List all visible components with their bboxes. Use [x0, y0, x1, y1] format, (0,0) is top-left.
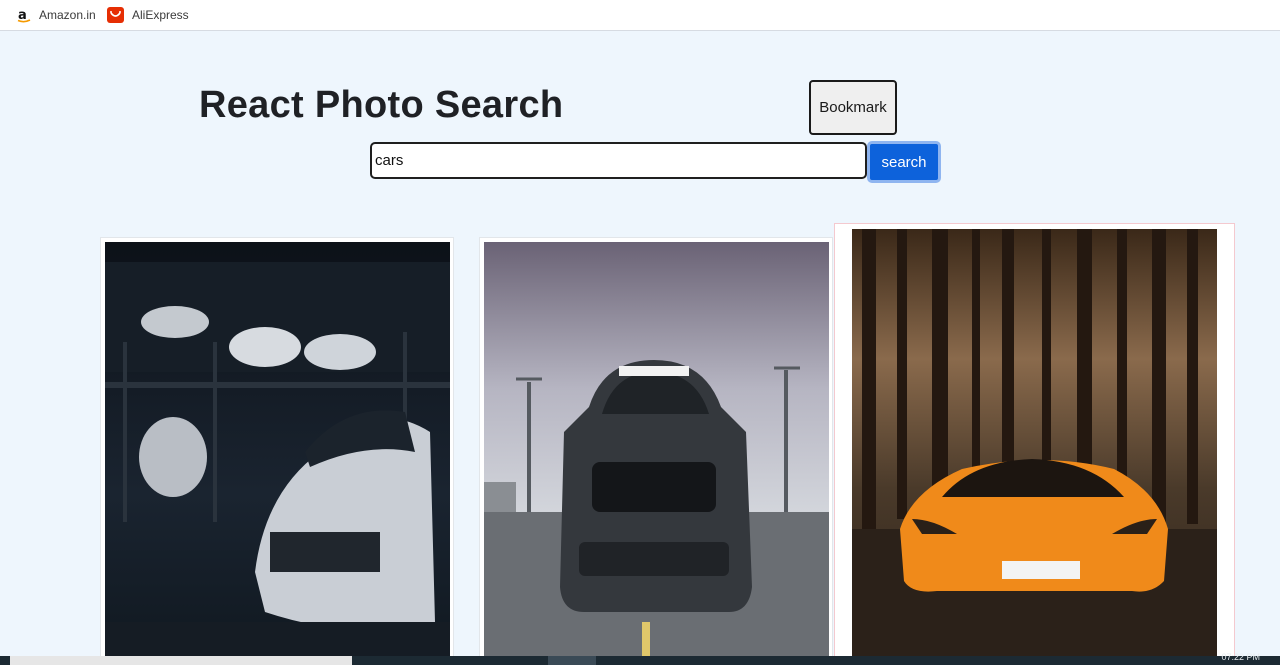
search-input[interactable]: [370, 142, 867, 179]
bookmark-label: Amazon.in: [39, 8, 96, 22]
photo-card[interactable]: [479, 237, 833, 665]
taskbar-search-box[interactable]: [10, 656, 352, 665]
taskbar-clock: 07:22 PM: [1221, 652, 1260, 662]
bookmark-button[interactable]: Bookmark: [809, 80, 897, 135]
aliexpress-icon: [107, 7, 124, 23]
bookmarks-bar: a Amazon.in AliExpress: [0, 0, 1280, 31]
bookmark-amazon[interactable]: a Amazon.in: [17, 6, 96, 24]
car-photo: [852, 229, 1217, 662]
car-photo: [105, 242, 450, 662]
photo-card[interactable]: [834, 223, 1235, 665]
taskbar-active-app[interactable]: [548, 656, 596, 665]
search-button[interactable]: search: [867, 141, 941, 183]
photo-card[interactable]: [100, 237, 454, 665]
car-photo: [484, 242, 829, 662]
bookmark-aliexpress[interactable]: AliExpress: [107, 6, 189, 24]
bookmark-label: AliExpress: [132, 8, 189, 22]
taskbar: 07:22 PM: [0, 652, 1280, 665]
amazon-icon: a: [17, 7, 31, 23]
page-title: React Photo Search: [199, 84, 564, 126]
